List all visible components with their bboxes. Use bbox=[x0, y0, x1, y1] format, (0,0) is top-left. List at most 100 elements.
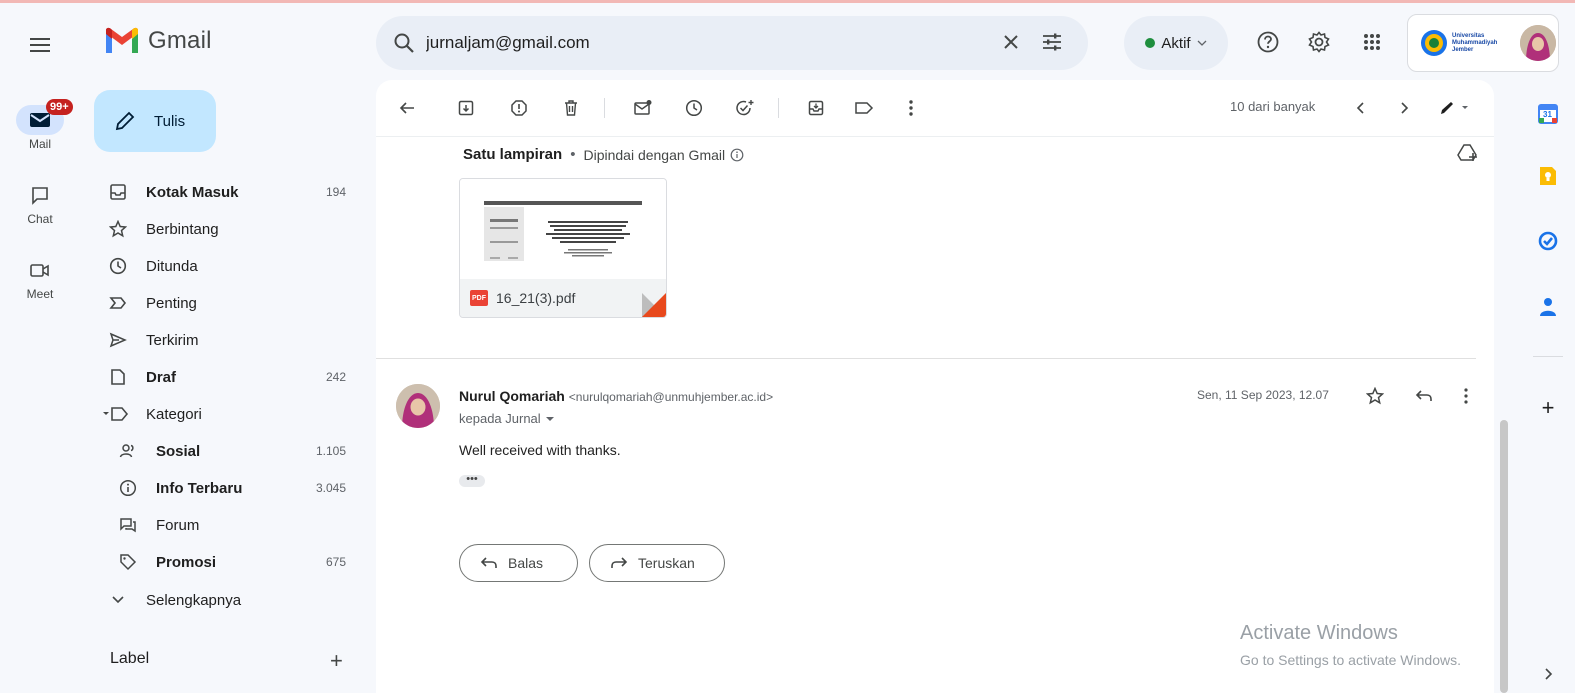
folder-snoozed[interactable]: Ditunda bbox=[100, 249, 360, 283]
separator-dot: • bbox=[570, 146, 576, 163]
user-photo-icon bbox=[396, 384, 440, 428]
help-icon bbox=[1257, 31, 1279, 53]
sender-name[interactable]: Nurul Qomariah bbox=[459, 388, 565, 404]
snooze-button[interactable] bbox=[681, 95, 707, 121]
tasks-app-button[interactable] bbox=[1535, 228, 1561, 254]
gmail-logo[interactable]: Gmail bbox=[104, 27, 212, 55]
folder-label: Info Terbaru bbox=[156, 479, 243, 497]
rail-chat[interactable]: Chat bbox=[6, 180, 74, 226]
folder-drafts[interactable]: Draf 242 bbox=[100, 360, 360, 394]
windows-activation-title: Activate Windows bbox=[1240, 622, 1398, 644]
add-to-tasks-button[interactable] bbox=[732, 95, 758, 121]
mark-unread-button[interactable] bbox=[630, 95, 656, 121]
account-avatar[interactable] bbox=[1520, 25, 1556, 61]
arrow-left-icon bbox=[399, 102, 414, 114]
keep-icon bbox=[1540, 167, 1556, 185]
search-icon[interactable] bbox=[392, 31, 416, 55]
folder-label: Berbintang bbox=[146, 220, 219, 238]
category-social[interactable]: Sosial 1.105 bbox=[100, 434, 360, 468]
folder-more[interactable]: Selengkapnya bbox=[100, 583, 360, 617]
calendar-app-button[interactable]: 31 bbox=[1535, 101, 1561, 127]
status-label: Aktif bbox=[1161, 34, 1191, 52]
chat-icon bbox=[32, 187, 48, 205]
recipient-label: kepada Jurnal bbox=[459, 411, 541, 426]
rail-mail[interactable]: 99+ Mail bbox=[6, 99, 74, 151]
video-camera-icon bbox=[30, 264, 49, 277]
rail-mail-icon-wrap: 99+ bbox=[16, 99, 73, 135]
add-label-button[interactable]: + bbox=[330, 648, 343, 674]
move-to-button[interactable] bbox=[803, 95, 829, 121]
recipient-details-toggle[interactable]: kepada Jurnal bbox=[459, 411, 555, 426]
scrollbar-thumb[interactable] bbox=[1500, 420, 1508, 693]
main-menu-button[interactable] bbox=[22, 30, 58, 60]
folder-count: 3.045 bbox=[315, 481, 346, 495]
folder-count: 194 bbox=[325, 185, 346, 199]
star-button[interactable] bbox=[1363, 384, 1387, 408]
input-tools-button[interactable] bbox=[1434, 95, 1474, 121]
close-icon[interactable] bbox=[1000, 31, 1022, 53]
pagination-info: 10 dari banyak bbox=[1230, 99, 1316, 114]
attachment-filename: 16_21(3).pdf bbox=[496, 290, 576, 306]
category-promotions[interactable]: Promosi 675 bbox=[100, 545, 360, 579]
window-top-edge bbox=[0, 0, 1575, 3]
status-selector[interactable]: Aktif bbox=[1124, 16, 1228, 70]
folder-label: Forum bbox=[156, 516, 200, 534]
mail-icon bbox=[30, 113, 50, 127]
add-to-drive-button[interactable] bbox=[1457, 142, 1479, 164]
pencil-icon bbox=[115, 111, 135, 131]
more-actions-button[interactable] bbox=[898, 95, 924, 121]
message-body: Well received with thanks. bbox=[459, 442, 621, 458]
category-forums[interactable]: Forum bbox=[100, 508, 360, 542]
attachment-card[interactable]: PDF 16_21(3).pdf bbox=[459, 178, 667, 318]
attachment-summary: Satu lampiran • Dipindai dengan Gmail bbox=[463, 146, 744, 163]
archive-button[interactable] bbox=[453, 95, 479, 121]
reply-button[interactable]: Balas bbox=[459, 544, 578, 582]
newer-button[interactable] bbox=[1348, 95, 1374, 121]
pdf-file-icon: PDF bbox=[470, 290, 488, 306]
info-icon bbox=[118, 478, 138, 498]
google-apps-button[interactable] bbox=[1358, 28, 1386, 56]
get-addons-button[interactable]: + bbox=[1535, 395, 1561, 421]
category-updates[interactable]: Info Terbaru 3.045 bbox=[100, 471, 360, 505]
people-icon bbox=[118, 441, 138, 461]
sender-avatar[interactable] bbox=[396, 384, 440, 428]
folder-categories[interactable]: Kategori bbox=[100, 397, 360, 431]
chevron-left-icon bbox=[1356, 102, 1364, 114]
folder-starred[interactable]: Berbintang bbox=[100, 212, 360, 246]
rail-meet-label: Meet bbox=[26, 287, 54, 301]
settings-button[interactable] bbox=[1305, 28, 1333, 56]
info-icon[interactable] bbox=[730, 148, 744, 162]
support-button[interactable] bbox=[1254, 28, 1282, 56]
trash-icon bbox=[565, 100, 577, 116]
account-switcher[interactable]: Universitas Muhammadiyah Jember bbox=[1407, 14, 1559, 72]
folder-label: Selengkapnya bbox=[146, 591, 242, 609]
older-button[interactable] bbox=[1391, 95, 1417, 121]
keep-app-button[interactable] bbox=[1535, 163, 1561, 189]
compose-button[interactable]: Tulis bbox=[94, 90, 216, 152]
attachment-count: Satu lampiran bbox=[463, 146, 563, 163]
sender-line: Nurul Qomariah <nurulqomariah@unmuhjembe… bbox=[459, 388, 773, 404]
delete-button[interactable] bbox=[558, 95, 584, 121]
folder-important[interactable]: Penting bbox=[100, 286, 360, 320]
contacts-app-button[interactable] bbox=[1535, 294, 1561, 320]
back-button[interactable] bbox=[394, 95, 420, 121]
rail-meet[interactable]: Meet bbox=[6, 255, 74, 301]
search-options-icon[interactable] bbox=[1040, 30, 1064, 54]
chevron-down-icon bbox=[1197, 40, 1207, 46]
folder-inbox[interactable]: Kotak Masuk 194 bbox=[100, 175, 360, 209]
folder-count: 1.105 bbox=[315, 444, 346, 458]
show-trimmed-content-button[interactable]: ••• bbox=[459, 474, 485, 487]
forward-button[interactable]: Teruskan bbox=[589, 544, 725, 582]
move-to-icon bbox=[808, 100, 824, 116]
search-input[interactable] bbox=[424, 32, 988, 54]
folder-label: Ditunda bbox=[146, 257, 198, 275]
message-more-button[interactable] bbox=[1454, 384, 1478, 408]
show-side-panel-button[interactable] bbox=[1535, 661, 1561, 687]
labels-button[interactable] bbox=[851, 95, 877, 121]
pen-icon bbox=[1441, 102, 1468, 114]
search-bar[interactable] bbox=[376, 16, 1088, 70]
folder-sent[interactable]: Terkirim bbox=[100, 323, 360, 357]
reply-icon-button[interactable] bbox=[1412, 384, 1436, 408]
report-spam-button[interactable] bbox=[506, 95, 532, 121]
gear-icon bbox=[1308, 31, 1330, 53]
